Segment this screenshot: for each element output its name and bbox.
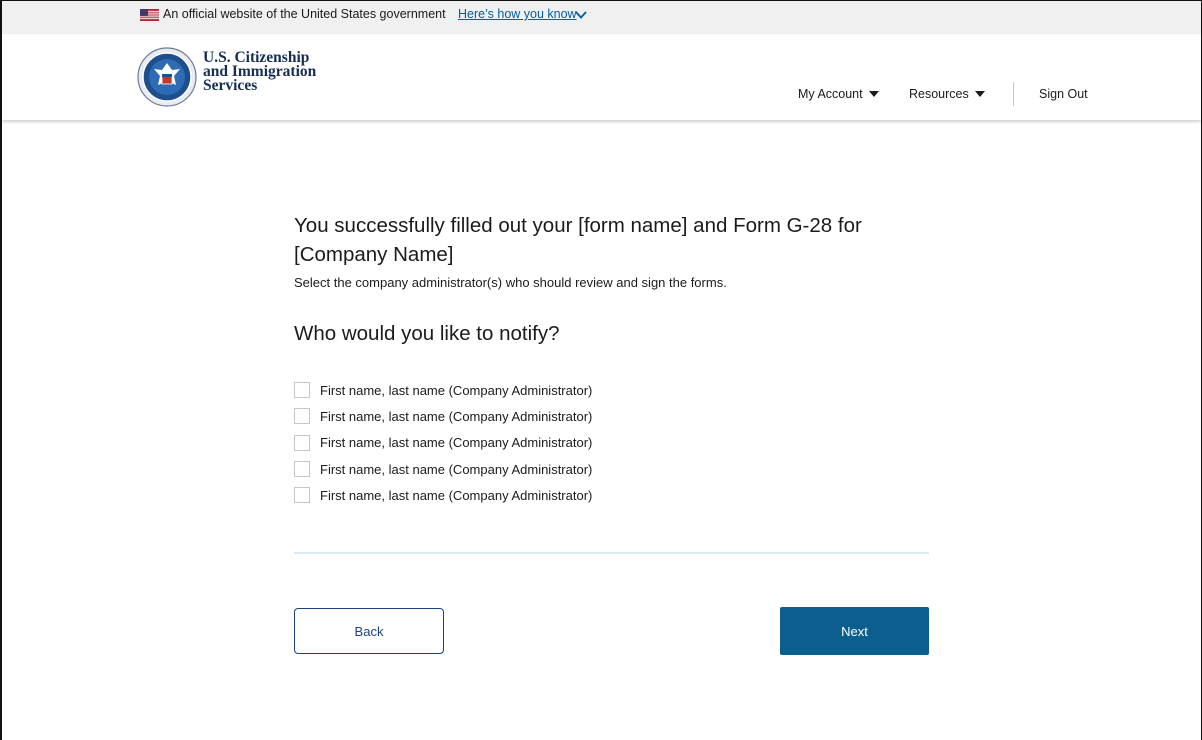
administrator-checkbox[interactable]	[294, 434, 310, 451]
caret-down-icon	[974, 91, 985, 97]
administrator-label: First name, last name (Company Administr…	[320, 461, 593, 477]
my-account-label: My Account	[798, 87, 863, 101]
page-subtitle: Select the company administrator(s) who …	[294, 275, 727, 290]
administrator-checkbox[interactable]	[294, 382, 310, 399]
administrator-label: First name, last name (Company Administr…	[320, 382, 593, 398]
administrator-checkbox[interactable]	[294, 461, 310, 478]
next-button[interactable]: Next	[780, 607, 929, 655]
administrator-option[interactable]: First name, last name (Company Administr…	[294, 456, 592, 482]
administrator-checkbox[interactable]	[294, 487, 310, 504]
gov-banner: An official website of the United States…	[2, 1, 1201, 34]
administrator-option[interactable]: First name, last name (Company Administr…	[294, 377, 592, 403]
sign-out-link[interactable]: Sign Out	[1039, 87, 1088, 101]
page-title: You successfully filled out your [form n…	[294, 214, 862, 266]
us-flag-icon	[140, 9, 159, 21]
dhs-seal-logo[interactable]	[136, 46, 198, 108]
administrator-label: First name, last name (Company Administr…	[320, 487, 593, 503]
resources-label: Resources	[909, 87, 969, 101]
heres-how-you-know-link[interactable]: Here’s how you know	[458, 7, 577, 21]
administrator-option[interactable]: First name, last name (Company Administr…	[294, 482, 592, 508]
resources-menu[interactable]: Resources	[909, 87, 985, 101]
administrator-option[interactable]: First name, last name (Company Administr…	[294, 403, 592, 429]
agency-name[interactable]: U.S. Citizenship and Immigration Service…	[203, 50, 316, 94]
notify-question: Who would you like to notify?	[294, 322, 560, 345]
agency-name-line3: Services	[203, 77, 258, 94]
administrator-label: First name, last name (Company Administr…	[320, 408, 593, 424]
caret-down-icon	[868, 91, 879, 97]
site-header: U.S. Citizenship and Immigration Service…	[2, 34, 1201, 120]
gov-banner-text: An official website of the United States…	[163, 7, 446, 21]
section-divider	[294, 552, 929, 554]
nav-divider	[1013, 82, 1014, 106]
administrator-checkbox[interactable]	[294, 408, 310, 425]
back-button[interactable]: Back	[294, 608, 444, 654]
my-account-menu[interactable]: My Account	[798, 87, 879, 101]
administrator-label: First name, last name (Company Administr…	[320, 435, 593, 451]
chevron-down-icon[interactable]	[574, 9, 588, 21]
administrator-checklist: First name, last name (Company Administr…	[294, 377, 592, 508]
administrator-option[interactable]: First name, last name (Company Administr…	[294, 430, 592, 456]
